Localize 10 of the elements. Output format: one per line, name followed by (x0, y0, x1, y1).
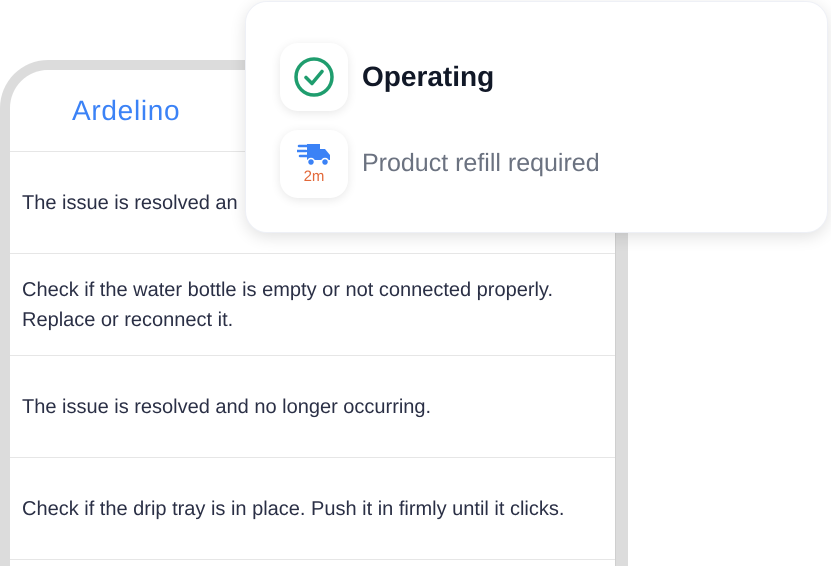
message-text: Check if the drip tray is in place. Push it in firmly until it clicks. (22, 496, 566, 522)
check-circle-icon (293, 56, 335, 98)
message-text: The issue is resolved an (22, 190, 239, 216)
time-label: 2m (304, 168, 324, 186)
message-text: The issue is resolved and no longer occurring. (22, 394, 432, 420)
app-title: Ardelino (72, 94, 180, 128)
truck-icon (297, 142, 331, 168)
status-label: Operating (362, 60, 494, 94)
alert-text: Product refill required (362, 148, 600, 180)
message-text: Check if the water bottle is empty or not connected properly. Replace or reconnect it. (22, 278, 554, 332)
